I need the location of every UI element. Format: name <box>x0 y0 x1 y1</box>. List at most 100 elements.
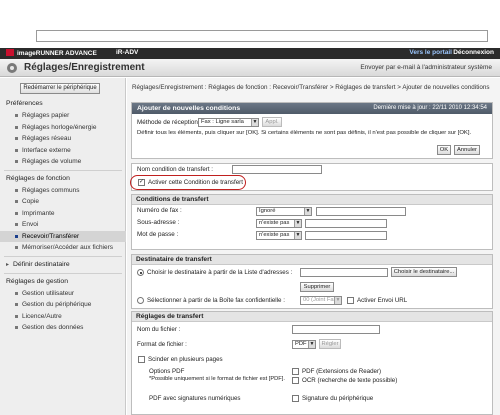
bullet-icon <box>15 246 18 249</box>
sidebar-item-label: Réglages horloge/énergie <box>22 123 97 131</box>
sidebar-item-store-access[interactable]: Mémoriser/Accéder aux fichiers <box>0 242 126 254</box>
sidebar-menu: Préférences Réglages papier Réglages hor… <box>0 98 126 334</box>
delete-destination-button[interactable]: Supprimer <box>300 282 334 292</box>
subaddress-input[interactable] <box>305 219 387 228</box>
filename-input[interactable] <box>292 325 380 334</box>
password-select[interactable]: n'existe pas ▼ <box>256 231 302 240</box>
password-row: Mot de passe : n'existe pas ▼ <box>132 229 492 241</box>
bullet-icon <box>15 200 18 203</box>
bullet-icon <box>15 211 18 215</box>
bullet-icon <box>15 188 18 192</box>
pdf-reader-extensions-label: PDF (Extensions de Reader) <box>302 368 382 375</box>
sidebar-group-function[interactable]: Réglages de fonction <box>0 173 126 185</box>
choose-destination-button[interactable]: Choisir le destinataire... <box>391 267 457 277</box>
reception-method-value: Fax : Ligne sarla <box>201 119 244 125</box>
bullet-icon <box>15 148 18 152</box>
sidebar-divider <box>4 272 122 274</box>
condition-name-input[interactable] <box>232 165 322 174</box>
from-confidential-box-label: Sélectionner à partir de la Boîte fax co… <box>147 297 285 304</box>
sidebar-item-network[interactable]: Réglages réseau <box>0 133 126 145</box>
subaddress-row: Sous-adresse : n'existe pas ▼ <box>132 217 492 229</box>
highlight-annotation <box>130 175 246 190</box>
subaddress-select[interactable]: n'existe pas ▼ <box>256 219 302 228</box>
subaddress-value: n'existe pas <box>259 220 290 226</box>
sidebar-item-label: Interface externe <box>22 146 71 154</box>
password-input[interactable] <box>305 231 387 240</box>
sidebar-item-volume[interactable]: Réglages de volume <box>0 156 126 168</box>
bullet-icon <box>15 291 18 295</box>
brand: imageRUNNER ADVANCE <box>6 49 97 57</box>
fax-number-label: Numéro de fax : <box>137 207 182 214</box>
sidebar-item-label: Réglages communs <box>22 186 80 194</box>
sidebar-item-interface[interactable]: Interface externe <box>0 145 126 157</box>
sidebar-item-label: Gestion des données <box>22 324 84 331</box>
transfer-settings-heading: Réglages de transfert <box>132 312 492 322</box>
sidebar-group-destination[interactable]: ▸ Définir destinataire <box>0 259 126 271</box>
from-address-list-radio[interactable] <box>137 269 144 276</box>
transfer-conditions-heading: Conditions de transfert <box>132 195 492 205</box>
ocr-checkbox[interactable] <box>292 377 299 384</box>
sidebar-group-label: Définir destinataire <box>13 260 70 268</box>
subaddress-label: Sous-adresse : <box>137 219 180 226</box>
sidebar-divider <box>4 169 122 171</box>
split-pages-checkbox[interactable] <box>138 356 145 363</box>
split-pages-label: Scinder en plusieurs pages <box>148 356 223 363</box>
logout-link[interactable]: Déconnexion <box>453 49 494 56</box>
sidebar-item-data-mgmt[interactable]: Gestion des données <box>0 322 126 334</box>
destination-input[interactable] <box>300 268 388 277</box>
bullet-icon <box>15 234 18 238</box>
ok-button[interactable]: OK <box>437 145 451 155</box>
from-address-list-label: Choisir le destinataire à partir de la L… <box>147 269 293 276</box>
address-bar[interactable] <box>36 30 488 42</box>
sidebar-item-printer[interactable]: Imprimante <box>0 208 126 220</box>
sidebar-item-send[interactable]: Envoi <box>0 219 126 231</box>
fax-number-input[interactable] <box>316 207 406 216</box>
password-label: Mot de passe : <box>137 231 179 238</box>
fax-number-value: Ignoré <box>259 208 276 214</box>
sidebar-item-label: Réglages papier <box>22 112 70 119</box>
cancel-button[interactable]: Annuler <box>454 145 480 155</box>
password-value: n'existe pas <box>259 232 290 238</box>
portal-link[interactable]: Vers le portail <box>409 49 452 56</box>
pdf-options-label: Options PDF <box>149 368 185 375</box>
bullet-icon <box>15 303 18 306</box>
destination-heading: Destinataire de transfert <box>132 255 492 265</box>
apply-method-button[interactable]: Appl. <box>262 117 282 127</box>
fax-number-select[interactable]: Ignoré ▼ <box>256 207 312 216</box>
format-settings-button[interactable]: Régler <box>319 339 341 349</box>
settings-gear-icon <box>7 63 17 73</box>
sidebar-item-label: Réglages de volume <box>22 158 82 165</box>
transfer-settings-panel: Réglages de transfert Nom du fichier : F… <box>131 311 493 415</box>
reception-method-select[interactable]: Fax : Ligne sarla ▼ <box>198 118 259 127</box>
transfer-conditions-panel: Conditions de transfert Numéro de fax : … <box>131 194 493 250</box>
confidential-box-select[interactable]: 00 (Joint Fax) ▼ <box>300 296 342 305</box>
help-text: Définir tous les éléments, puis cliquer … <box>137 130 472 136</box>
sidebar-item-license[interactable]: Licence/Autre <box>0 311 126 323</box>
enable-url-send-checkbox[interactable] <box>347 297 354 304</box>
sidebar-item-receive-forward[interactable]: Recevoir/Transférer <box>0 230 126 242</box>
pdf-reader-extensions-checkbox[interactable] <box>292 368 299 375</box>
bullet-icon <box>15 223 18 226</box>
sidebar-item-copy[interactable]: Copie <box>0 196 126 208</box>
main-content: Réglages/Enregistrement : Réglages de fo… <box>127 78 500 415</box>
sidebar-item-user-mgmt[interactable]: Gestion utilisateur <box>0 288 126 300</box>
panel-title-text: Ajouter de nouvelles conditions <box>137 105 241 112</box>
sidebar-item-device-mgmt[interactable]: Gestion du périphérique <box>0 299 126 311</box>
sidebar-item-clock[interactable]: Réglages horloge/énergie <box>0 122 126 134</box>
restart-device-button[interactable]: Redémarrer le périphérique <box>20 83 100 94</box>
device-signature-checkbox[interactable] <box>292 395 299 402</box>
condition-name-label: Nom condition de transfert : <box>137 166 214 173</box>
sidebar-item-label: Gestion du périphérique <box>22 301 92 308</box>
from-confidential-box-radio[interactable] <box>137 297 144 304</box>
sidebar-group-management[interactable]: Réglages de gestion <box>0 276 126 288</box>
email-admin-link[interactable]: Envoyer par e-mail à l'administrateur sy… <box>360 64 492 71</box>
sidebar-item-common[interactable]: Réglages communs <box>0 185 126 197</box>
sidebar-group-preferences[interactable]: Préférences <box>0 98 126 110</box>
breadcrumb: Réglages/Enregistrement : Réglages de fo… <box>132 84 490 91</box>
pdf-signature-label: PDF avec signatures numériques <box>149 395 241 402</box>
sidebar-item-paper[interactable]: Réglages papier <box>0 110 126 122</box>
last-updated: Dernière mise à jour : 22/11 2010 12:34:… <box>373 105 487 111</box>
file-format-select[interactable]: PDF ▼ <box>292 340 316 349</box>
sidebar-item-label: Réglages réseau <box>22 135 72 142</box>
bullet-icon <box>15 314 18 318</box>
